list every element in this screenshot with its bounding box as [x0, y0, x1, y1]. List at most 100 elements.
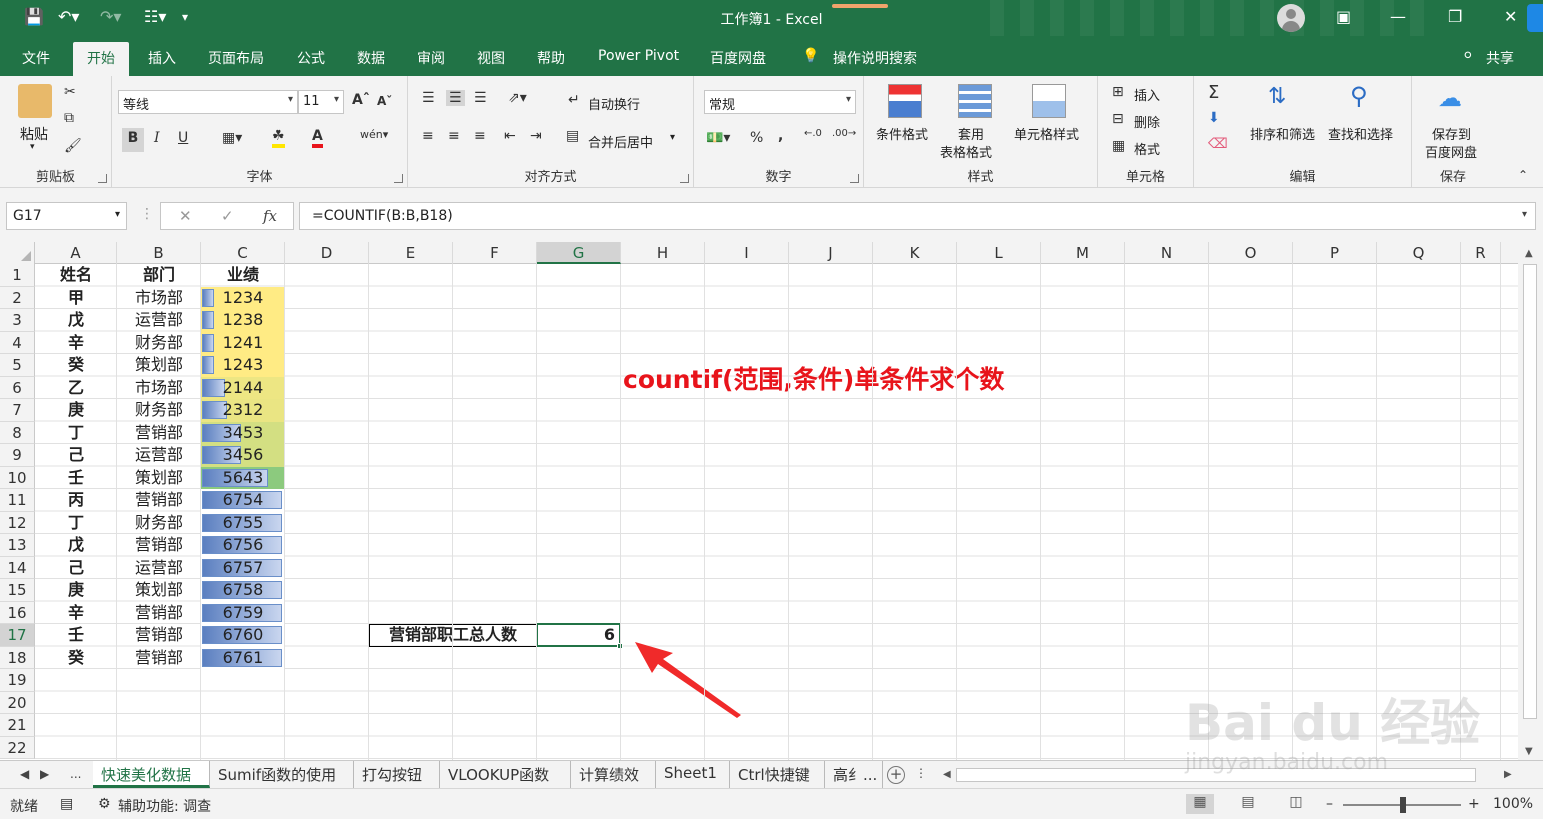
row-header-8[interactable]: 8 [0, 421, 35, 444]
format-as-table-label2[interactable]: 表格格式 [940, 142, 992, 161]
accounting-icon[interactable]: 💵▾ [706, 130, 730, 146]
row-header-9[interactable]: 9 [0, 444, 35, 467]
decrease-indent-icon[interactable]: ⇤ [504, 128, 516, 144]
zoom-in-icon[interactable]: + [1468, 796, 1480, 812]
tab-home[interactable]: 开始 [73, 42, 129, 76]
table-row-dept[interactable]: 营销部 [117, 534, 201, 557]
sort-filter-button[interactable]: 排序和筛选 [1250, 124, 1315, 143]
align-middle-icon[interactable]: ☰ [446, 90, 465, 106]
merge-center-icon[interactable]: ▤ [566, 128, 579, 144]
format-as-table-icon[interactable] [958, 84, 992, 118]
table-row-name[interactable]: 癸 [35, 354, 117, 377]
table-row-perf[interactable]: 6758 [201, 579, 285, 602]
paste-button[interactable]: 粘贴 [20, 124, 48, 144]
table-row-perf[interactable]: 5643 [201, 467, 285, 490]
align-bottom-icon[interactable]: ☰ [474, 90, 487, 106]
table-row-perf[interactable]: 3456 [201, 444, 285, 467]
table-row-name[interactable]: 戊 [35, 309, 117, 332]
column-header-d[interactable]: D [285, 242, 369, 264]
table-row-perf[interactable]: 6761 [201, 647, 285, 670]
column-header-p[interactable]: P [1293, 242, 1377, 264]
column-header-k[interactable]: K [873, 242, 957, 264]
percent-button[interactable]: % [750, 130, 763, 146]
align-top-icon[interactable]: ☰ [422, 90, 435, 106]
table-row-dept[interactable]: 市场部 [117, 287, 201, 310]
table-row-dept[interactable]: 策划部 [117, 579, 201, 602]
row-header-7[interactable]: 7 [0, 399, 35, 422]
table-row-perf[interactable]: 2144 [201, 377, 285, 400]
table-row-perf[interactable]: 3453 [201, 422, 285, 445]
enter-icon[interactable]: ✓ [221, 207, 234, 225]
row-header-6[interactable]: 6 [0, 376, 35, 399]
format-cells-button[interactable]: 格式 [1134, 139, 1160, 158]
column-header-r[interactable]: R [1461, 242, 1501, 264]
align-center-icon[interactable]: ≡ [448, 128, 460, 144]
tab-file[interactable]: 文件 [22, 48, 50, 68]
sheet-tab[interactable]: Sheet1 [656, 761, 730, 788]
font-color-icon[interactable]: A [312, 128, 323, 148]
add-sheet-icon[interactable]: + [887, 766, 905, 784]
lightbulb-icon[interactable]: 💡 [802, 48, 819, 64]
column-header-o[interactable]: O [1209, 242, 1293, 264]
scroll-down-icon[interactable]: ▼ [1525, 746, 1533, 757]
launcher-icon[interactable] [98, 174, 107, 183]
increase-decimal-icon[interactable]: ←.0 [804, 128, 822, 139]
column-header-c[interactable]: C [201, 242, 285, 264]
row-header-18[interactable]: 18 [0, 646, 35, 669]
table-row-dept[interactable]: 财务部 [117, 512, 201, 535]
save-to-netdisk-line2[interactable]: 百度网盘 [1425, 142, 1477, 161]
fill-icon[interactable]: ⬇ [1208, 110, 1220, 126]
minimize-icon[interactable]: — [1390, 7, 1406, 26]
normal-view-icon[interactable]: ▦ [1186, 794, 1214, 814]
row-header-15[interactable]: 15 [0, 579, 35, 602]
delete-cells-button[interactable]: 删除 [1134, 112, 1160, 131]
format-painter-icon[interactable]: 🖌 [64, 138, 82, 154]
insert-cells-button[interactable]: 插入 [1134, 85, 1160, 104]
tab-formulas[interactable]: 公式 [297, 48, 325, 68]
table-row-dept[interactable]: 策划部 [117, 354, 201, 377]
chevron-down-icon[interactable]: ▾ [670, 132, 675, 143]
table-row-name[interactable]: 辛 [35, 602, 117, 625]
format-cells-icon[interactable]: ▦ [1112, 138, 1125, 154]
tab-help[interactable]: 帮助 [537, 48, 565, 68]
avatar[interactable] [1277, 4, 1305, 32]
table-row-dept[interactable]: 运营部 [117, 444, 201, 467]
row-header-1[interactable]: 1 [0, 264, 35, 287]
row-header-19[interactable]: 19 [0, 669, 35, 692]
font-size-combo[interactable]: 11 ▾ [298, 90, 344, 114]
table-row-name[interactable]: 己 [35, 557, 117, 580]
column-header-l[interactable]: L [957, 242, 1041, 264]
table-header-cell[interactable]: 部门 [117, 264, 201, 287]
launcher-icon[interactable] [394, 174, 403, 183]
row-header-10[interactable]: 10 [0, 466, 35, 489]
launcher-icon[interactable] [850, 174, 859, 183]
insert-function-button[interactable]: fx [263, 207, 277, 225]
table-row-perf[interactable]: 6760 [201, 624, 285, 647]
paste-dropdown-icon[interactable]: ▾ [30, 142, 35, 152]
row-header-2[interactable]: 2 [0, 286, 35, 309]
table-row-name[interactable]: 戊 [35, 534, 117, 557]
table-row-name[interactable]: 辛 [35, 332, 117, 355]
sheet-tab[interactable]: 高纟... [825, 761, 883, 788]
zoom-level[interactable]: 100% [1493, 796, 1533, 812]
table-row-name[interactable]: 甲 [35, 287, 117, 310]
share-button[interactable]: 共享 [1486, 48, 1514, 68]
accessibility-icon[interactable]: ⚙ [98, 796, 111, 812]
table-row-name[interactable]: 庚 [35, 579, 117, 602]
cell-styles-icon[interactable] [1032, 84, 1066, 118]
row-header-17[interactable]: 17 [0, 624, 35, 647]
format-as-table-label1[interactable]: 套用 [958, 124, 984, 143]
table-row-perf[interactable]: 6757 [201, 557, 285, 580]
align-left-icon[interactable]: ≡ [422, 128, 434, 144]
copy-icon[interactable]: ⧉ [64, 110, 74, 126]
table-header-cell[interactable]: 姓名 [35, 264, 117, 287]
conditional-format-button[interactable]: 条件格式 [876, 124, 928, 143]
table-header-cell[interactable]: 业绩 [201, 264, 285, 287]
table-row-perf[interactable]: 2312 [201, 399, 285, 422]
table-row-perf[interactable]: 6754 [201, 489, 285, 512]
table-row-dept[interactable]: 营销部 [117, 624, 201, 647]
page-break-view-icon[interactable]: ◫ [1282, 794, 1310, 814]
row-header-16[interactable]: 16 [0, 601, 35, 624]
table-row-perf[interactable]: 1241 [201, 332, 285, 355]
tab-split-grip[interactable]: ⋮ [915, 766, 927, 780]
